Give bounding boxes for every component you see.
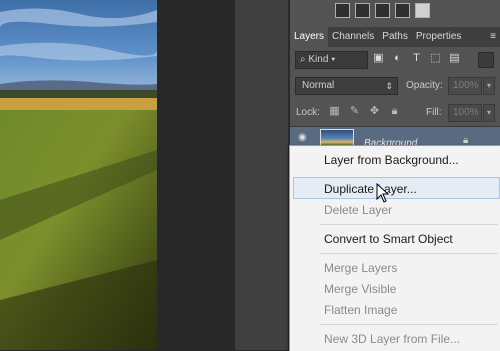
tab-channels[interactable]: Channels: [328, 27, 378, 47]
visibility-eye-icon[interactable]: ◉: [298, 132, 307, 143]
mouse-pointer-icon: [376, 183, 390, 203]
kind-filter-select[interactable]: ⌕ Kind ▾: [295, 51, 368, 69]
chevron-down-icon: ⇕: [385, 81, 393, 91]
menu-item-duplicate-layer[interactable]: Duplicate Layer...: [324, 182, 417, 196]
style-swatch-row: [335, 3, 430, 21]
panel-menu-icon[interactable]: ≡: [490, 27, 500, 47]
opacity-label: Opacity:: [406, 80, 443, 91]
menu-item-convert-to-smart-object[interactable]: Convert to Smart Object: [324, 232, 453, 246]
lock-all-icon[interactable]: 🔒︎: [388, 105, 401, 118]
menu-item-merge-visible[interactable]: Merge Visible: [324, 282, 396, 296]
menu-item-merge-layers[interactable]: Merge Layers: [324, 261, 397, 275]
menu-item-layer-from-background[interactable]: Layer from Background...: [324, 153, 459, 167]
style-swatch-icon[interactable]: [375, 3, 390, 18]
chevron-down-icon[interactable]: ▾: [483, 77, 495, 95]
menu-separator: [320, 253, 498, 254]
panel-tab-bar: Layers Channels Paths Properties ≡: [290, 27, 500, 47]
pasteboard-edge: [235, 0, 288, 350]
menu-item-delete-layer[interactable]: Delete Layer: [324, 203, 392, 217]
filter-toggle[interactable]: [478, 52, 494, 68]
landscape-photo: [0, 0, 157, 350]
lock-transparent-icon[interactable]: ▦: [328, 105, 341, 118]
blend-mode-select[interactable]: Normal ⇕: [295, 77, 398, 95]
menu-separator: [320, 224, 498, 225]
chevron-down-icon[interactable]: ▾: [483, 104, 495, 122]
fill-label: Fill:: [426, 107, 442, 118]
filter-icons: ▣ ◐ T ⬚ ▤: [372, 52, 461, 65]
menu-separator: [320, 324, 498, 325]
layer-context-menu: Layer from Background... Duplicate Layer…: [289, 145, 500, 351]
lock-position-icon[interactable]: ✥: [368, 105, 381, 118]
document-canvas[interactable]: [0, 0, 157, 350]
blend-mode-value: Normal: [302, 80, 335, 91]
shape-filter-icon[interactable]: ⬚: [429, 52, 442, 65]
tab-layers[interactable]: Layers: [290, 27, 329, 47]
tab-properties[interactable]: Properties: [412, 27, 466, 47]
style-swatch-icon[interactable]: [415, 3, 430, 18]
kind-filter-label: Kind: [308, 54, 329, 65]
style-swatch-icon[interactable]: [355, 3, 370, 18]
pixel-filter-icon[interactable]: ▣: [372, 52, 385, 65]
type-filter-icon[interactable]: T: [410, 52, 423, 65]
smart-object-filter-icon[interactable]: ▤: [448, 52, 461, 65]
lock-label: Lock:: [296, 107, 320, 118]
lock-icons: ▦ ✎ ✥ 🔒︎: [328, 105, 401, 118]
adjustment-filter-icon[interactable]: ◐: [391, 52, 404, 65]
tab-paths[interactable]: Paths: [378, 27, 412, 47]
fill-field[interactable]: 100%: [448, 104, 482, 122]
style-swatch-icon[interactable]: [395, 3, 410, 18]
menu-item-new-3d-layer-from-file[interactable]: New 3D Layer from File...: [324, 332, 460, 346]
canvas-pasteboard: [157, 0, 235, 350]
opacity-field[interactable]: 100%: [448, 77, 482, 95]
style-swatch-icon[interactable]: [335, 3, 350, 18]
lock-paint-icon[interactable]: ✎: [348, 105, 361, 118]
menu-item-flatten-image[interactable]: Flatten Image: [324, 303, 397, 317]
